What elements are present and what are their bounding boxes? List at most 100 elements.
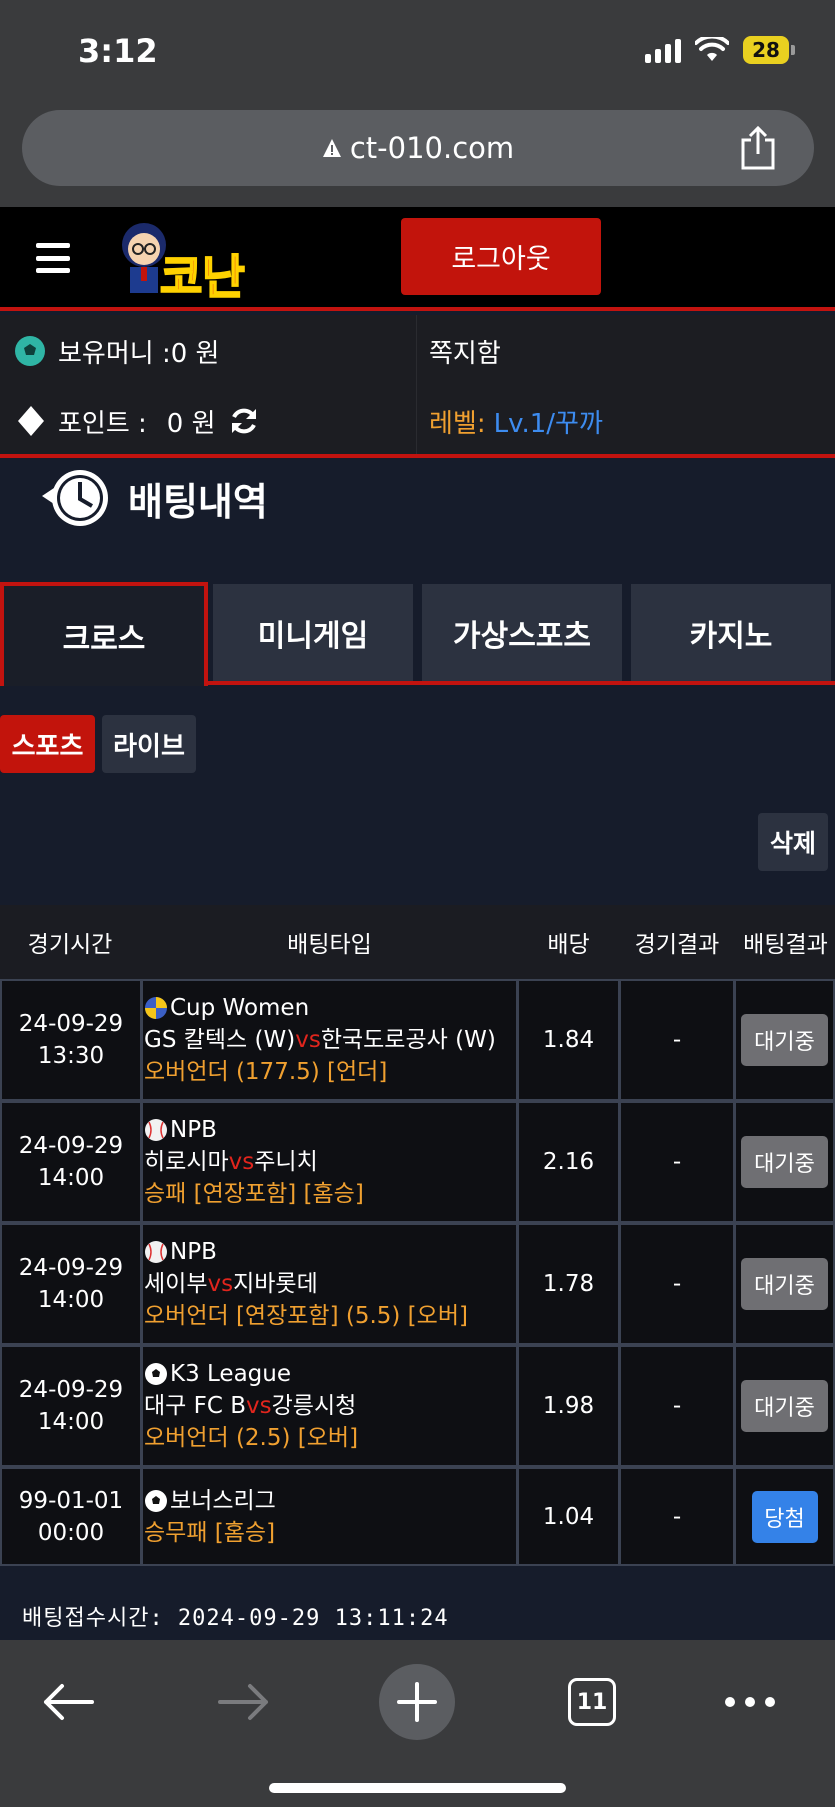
back-arrow-icon bbox=[44, 1684, 94, 1720]
home-indicator bbox=[269, 1783, 566, 1793]
bet-status-badge[interactable]: 대기중 bbox=[741, 1258, 828, 1310]
tab-cross[interactable]: 크로스 bbox=[0, 582, 208, 686]
tab-minigame[interactable]: 미니게임 bbox=[213, 584, 413, 682]
message-box-link[interactable]: 쪽지함 bbox=[429, 331, 501, 371]
forward-button[interactable] bbox=[214, 1670, 274, 1734]
soccer-ball-icon bbox=[15, 336, 45, 366]
status-time: 3:12 bbox=[78, 32, 158, 70]
away-team: 강릉시청 bbox=[271, 1393, 357, 1419]
away-team: 주니치 bbox=[254, 1149, 318, 1175]
money-label: 보유머니 :0 원 bbox=[58, 338, 220, 369]
match-teams: 대구 FC Bvs강릉시청 bbox=[144, 1390, 356, 1422]
menu-icon[interactable] bbox=[36, 243, 70, 273]
ios-status-and-url-area: 3:12 28 ct-010.com bbox=[0, 0, 835, 207]
tab-count: 11 bbox=[576, 1689, 608, 1715]
site-logo[interactable]: 코난 bbox=[112, 213, 282, 301]
level-row: 레벨: Lv.1/꾸까 bbox=[429, 401, 603, 441]
league-name: Cup Women bbox=[170, 995, 310, 1021]
game-time: 00:00 bbox=[37, 1519, 105, 1546]
point-value: 0 원 bbox=[166, 408, 216, 439]
bet-status-badge[interactable]: 대기중 bbox=[741, 1014, 828, 1066]
match-teams: GS 칼텍스 (W)vs한국도로공사 (W) bbox=[144, 1024, 496, 1056]
league-line: Cup Women bbox=[144, 992, 309, 1024]
point-row: 포인트 : 0 원 bbox=[18, 401, 260, 441]
refresh-icon[interactable] bbox=[228, 405, 260, 437]
game-time: 14:00 bbox=[37, 1409, 105, 1435]
table-row: 24-09-29 14:00 NPB 히로시마vs주니치 승패 [연장포함] [… bbox=[0, 1103, 835, 1221]
league-name: K3 League bbox=[170, 1361, 292, 1387]
more-icon bbox=[725, 1697, 775, 1707]
new-tab-button[interactable] bbox=[379, 1664, 455, 1740]
back-button[interactable] bbox=[38, 1670, 98, 1734]
cell-bet-type: NPB 히로시마vs주니치 승패 [연장포함] [홈승] bbox=[143, 1103, 516, 1221]
baseball-icon bbox=[145, 1119, 167, 1141]
vs-label: vs bbox=[207, 1271, 234, 1297]
level-value: Lv.1/꾸까 bbox=[493, 408, 603, 439]
league-line: NPB bbox=[144, 1236, 217, 1268]
bet-status-badge[interactable]: 대기중 bbox=[741, 1380, 828, 1432]
warning-icon bbox=[322, 139, 341, 157]
logo-text: 코난 bbox=[160, 250, 245, 301]
page-title-area: 배팅내역 bbox=[40, 462, 268, 534]
subtab-live[interactable]: 라이브 bbox=[102, 715, 196, 773]
money-row: 보유머니 :0 원 bbox=[14, 331, 219, 371]
cell-bet-result: 대기중 bbox=[736, 1347, 833, 1465]
delete-button[interactable]: 삭제 bbox=[758, 813, 828, 871]
receipt-time: 배팅접수시간: 2024-09-29 13:11:24 bbox=[22, 1606, 449, 1631]
share-icon[interactable] bbox=[738, 126, 778, 170]
game-time: 14:00 bbox=[37, 1165, 105, 1191]
cell-game-time: 99-01-01 00:00 bbox=[2, 1469, 140, 1564]
table-row: 24-09-29 14:00 K3 League 대구 FC Bvs강릉시청 오… bbox=[0, 1347, 835, 1465]
bet-status-badge[interactable]: 대기중 bbox=[741, 1136, 828, 1188]
home-team: GS 칼텍스 (W) bbox=[144, 1027, 296, 1053]
site-header: 코난 로그아웃 bbox=[0, 207, 835, 311]
match-teams: 세이부vs지바롯데 bbox=[144, 1268, 318, 1300]
cell-game-result: - bbox=[621, 1225, 733, 1343]
bet-pick: 오버언더 [연장포함] (5.5) [오버] bbox=[144, 1303, 468, 1329]
tabs-button[interactable]: 11 bbox=[566, 1670, 618, 1734]
soccer-icon bbox=[145, 1489, 167, 1512]
subtab-sports[interactable]: 스포츠 bbox=[0, 715, 95, 773]
cell-game-time: 24-09-29 14:00 bbox=[2, 1347, 140, 1465]
cell-bet-result: 대기중 bbox=[736, 1225, 833, 1343]
logout-button[interactable]: 로그아웃 bbox=[401, 218, 601, 295]
cell-odds: 1.04 bbox=[519, 1469, 618, 1564]
cellular-signal-icon bbox=[645, 37, 681, 63]
soccer-icon bbox=[145, 1363, 167, 1385]
battery-level: 28 bbox=[743, 36, 789, 64]
tab-virtual-sports[interactable]: 가상스포츠 bbox=[422, 584, 622, 682]
header-game-time: 경기시간 bbox=[27, 932, 113, 958]
cell-game-result: - bbox=[621, 1469, 733, 1564]
cell-bet-type: 보너스리그 승무패 [홈승] bbox=[143, 1469, 516, 1564]
league-name: NPB bbox=[170, 1117, 217, 1143]
game-time: 14:00 bbox=[37, 1287, 105, 1313]
forward-arrow-icon bbox=[218, 1684, 268, 1720]
bet-pick: 오버언더 (177.5) [언더] bbox=[144, 1059, 388, 1085]
vs-label: vs bbox=[246, 1393, 272, 1419]
match-teams: 히로시마vs주니치 bbox=[144, 1146, 318, 1178]
cell-bet-type: NPB 세이부vs지바롯데 오버언더 [연장포함] (5.5) [오버] bbox=[143, 1225, 516, 1343]
game-date: 24-09-29 bbox=[18, 1255, 124, 1281]
tab-count-icon: 11 bbox=[568, 1678, 616, 1726]
game-date: 99-01-01 bbox=[18, 1487, 124, 1514]
browser-toolbar: 11 bbox=[0, 1640, 835, 1807]
bet-pick: 오버언더 (2.5) [오버] bbox=[144, 1425, 359, 1451]
cell-bet-type: K3 League 대구 FC Bvs강릉시청 오버언더 (2.5) [오버] bbox=[143, 1347, 516, 1465]
tab-casino[interactable]: 카지노 bbox=[631, 584, 831, 682]
game-date: 24-09-29 bbox=[18, 1011, 124, 1037]
cell-game-result: - bbox=[621, 981, 733, 1099]
more-button[interactable] bbox=[724, 1670, 776, 1734]
league-line: K3 League bbox=[144, 1358, 291, 1390]
cell-odds: 1.84 bbox=[519, 981, 618, 1099]
league-line: NPB bbox=[144, 1114, 217, 1146]
cell-odds: 1.78 bbox=[519, 1225, 618, 1343]
game-time: 13:30 bbox=[37, 1043, 105, 1069]
bet-status-badge[interactable]: 당첨 bbox=[751, 1490, 818, 1543]
cell-game-result: - bbox=[621, 1103, 733, 1221]
game-date: 24-09-29 bbox=[18, 1377, 124, 1403]
address-bar[interactable]: ct-010.com bbox=[22, 110, 814, 186]
cell-game-result: - bbox=[621, 1347, 733, 1465]
level-label: 레벨: bbox=[429, 408, 486, 439]
away-team: 지바롯데 bbox=[233, 1271, 318, 1297]
battery-icon: 28 bbox=[743, 36, 795, 64]
